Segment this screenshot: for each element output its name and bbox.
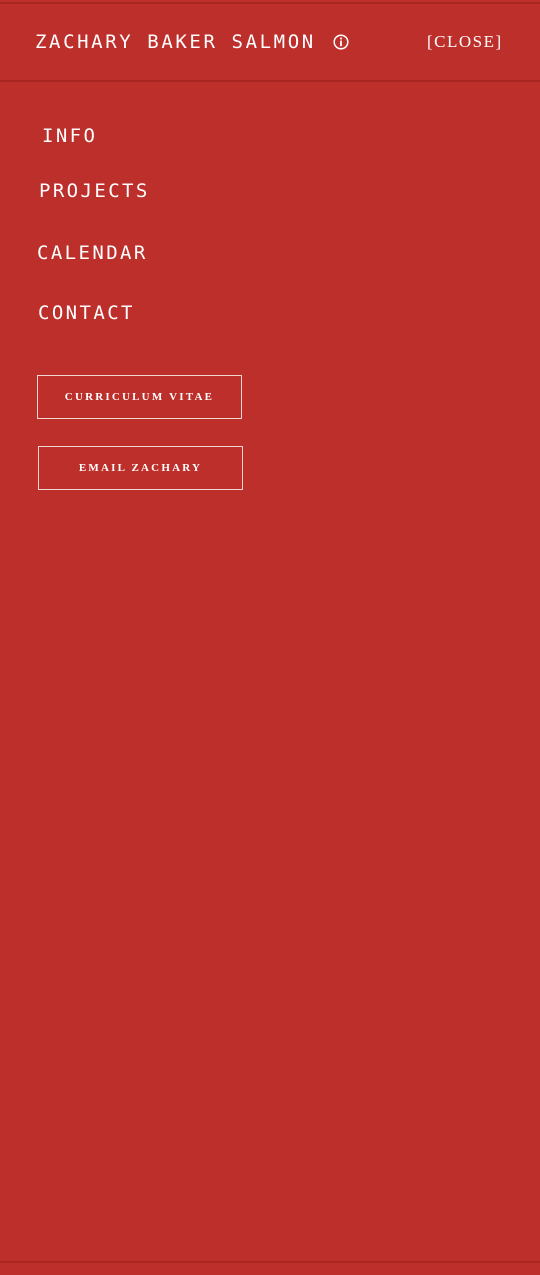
email-zachary-label: EMAIL ZACHARY bbox=[78, 462, 203, 474]
curriculum-vitae-label: CURRICULUM VITAE bbox=[64, 391, 215, 403]
menu-item-contact[interactable]: CONTACT bbox=[38, 301, 135, 325]
site-title[interactable]: ZACHARY BAKER SALMON bbox=[35, 30, 316, 54]
menu-item-info[interactable]: INFO bbox=[42, 124, 97, 148]
email-zachary-button[interactable]: EMAIL ZACHARY bbox=[38, 446, 243, 490]
bottom-divider bbox=[0, 1261, 540, 1263]
curriculum-vitae-button[interactable]: CURRICULUM VITAE bbox=[37, 375, 242, 419]
menu-item-projects[interactable]: PROJECTS bbox=[39, 179, 150, 203]
menu-item-calendar[interactable]: CALENDAR bbox=[37, 241, 148, 265]
info-circle-icon[interactable] bbox=[333, 34, 349, 50]
close-button[interactable]: [CLOSE] bbox=[427, 32, 503, 52]
site-header: ZACHARY BAKER SALMON [CLOSE] bbox=[0, 4, 540, 82]
